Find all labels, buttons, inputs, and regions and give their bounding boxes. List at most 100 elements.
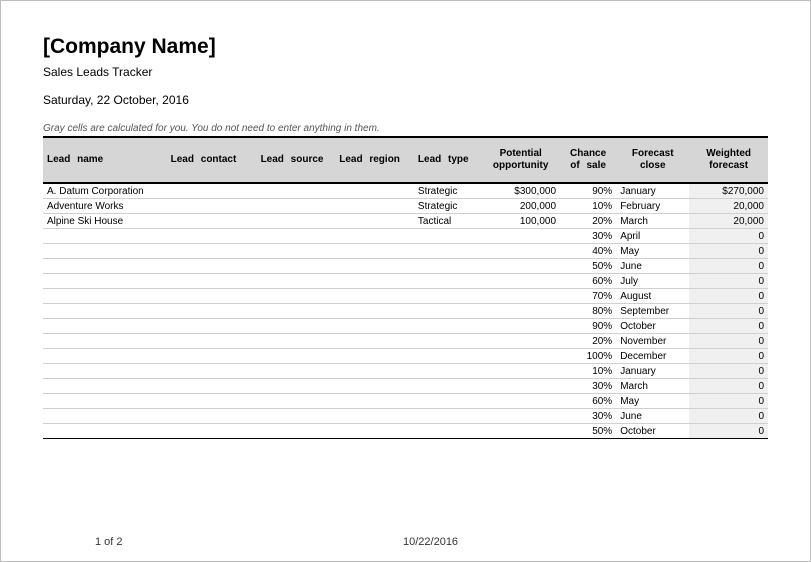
cell-contact	[167, 229, 257, 244]
cell-forecast_close: July	[616, 274, 689, 289]
cell-forecast_close: May	[616, 244, 689, 259]
cell-region	[335, 274, 414, 289]
cell-type: Strategic	[414, 183, 481, 199]
cell-forecast_close: December	[616, 349, 689, 364]
table-row: Alpine Ski HouseTactical100,00020%March2…	[43, 214, 768, 229]
table-row: 40%May0	[43, 244, 768, 259]
cell-weighted: $270,000	[689, 183, 768, 199]
cell-source	[257, 364, 336, 379]
cell-source	[257, 214, 336, 229]
cell-weighted: 0	[689, 424, 768, 439]
calc-note: Gray cells are calculated for you. You d…	[43, 123, 768, 134]
cell-forecast_close: April	[616, 229, 689, 244]
cell-chance: 60%	[560, 394, 616, 409]
cell-source	[257, 319, 336, 334]
cell-opportunity	[481, 394, 560, 409]
cell-opportunity	[481, 379, 560, 394]
cell-opportunity: 200,000	[481, 199, 560, 214]
cell-chance: 100%	[560, 349, 616, 364]
cell-contact	[167, 274, 257, 289]
cell-contact	[167, 424, 257, 439]
cell-source	[257, 304, 336, 319]
col-lead-source: Lead source	[257, 137, 336, 183]
table-row: 30%April0	[43, 229, 768, 244]
cell-region	[335, 259, 414, 274]
cell-opportunity	[481, 289, 560, 304]
table-bottom-border	[43, 438, 768, 439]
cell-opportunity	[481, 409, 560, 424]
cell-opportunity: $300,000	[481, 183, 560, 199]
cell-weighted: 0	[689, 304, 768, 319]
cell-chance: 60%	[560, 274, 616, 289]
cell-contact	[167, 289, 257, 304]
cell-forecast_close: June	[616, 409, 689, 424]
cell-type	[414, 259, 481, 274]
cell-forecast_close: August	[616, 289, 689, 304]
cell-weighted: 0	[689, 409, 768, 424]
cell-forecast_close: January	[616, 364, 689, 379]
cell-region	[335, 424, 414, 439]
col-weighted-forecast: Weighted forecast	[689, 137, 768, 183]
footer-date: 10/22/2016	[403, 536, 458, 548]
col-forecast-close: Forecast close	[616, 137, 689, 183]
table-row: A. Datum CorporationStrategic$300,00090%…	[43, 183, 768, 199]
cell-region	[335, 409, 414, 424]
table-row: 10%January0	[43, 364, 768, 379]
cell-type	[414, 289, 481, 304]
cell-source	[257, 244, 336, 259]
cell-opportunity	[481, 319, 560, 334]
cell-forecast_close: February	[616, 199, 689, 214]
cell-type: Strategic	[414, 199, 481, 214]
cell-region	[335, 349, 414, 364]
cell-chance: 80%	[560, 304, 616, 319]
cell-forecast_close: November	[616, 334, 689, 349]
cell-opportunity	[481, 229, 560, 244]
cell-name	[43, 304, 167, 319]
cell-name	[43, 379, 167, 394]
cell-name	[43, 244, 167, 259]
cell-opportunity	[481, 259, 560, 274]
cell-weighted: 0	[689, 244, 768, 259]
cell-type	[414, 424, 481, 439]
document-date: Saturday, 22 October, 2016	[43, 93, 768, 107]
cell-forecast_close: March	[616, 214, 689, 229]
table-row: 60%July0	[43, 274, 768, 289]
cell-region	[335, 364, 414, 379]
table-row: 90%October0	[43, 319, 768, 334]
cell-weighted: 0	[689, 259, 768, 274]
cell-contact	[167, 199, 257, 214]
cell-type	[414, 379, 481, 394]
cell-contact	[167, 214, 257, 229]
cell-name	[43, 259, 167, 274]
cell-name	[43, 289, 167, 304]
cell-region	[335, 334, 414, 349]
table-row: 80%September0	[43, 304, 768, 319]
cell-contact	[167, 394, 257, 409]
cell-name	[43, 334, 167, 349]
cell-name	[43, 229, 167, 244]
cell-source	[257, 349, 336, 364]
cell-source	[257, 274, 336, 289]
cell-weighted: 0	[689, 229, 768, 244]
cell-contact	[167, 183, 257, 199]
cell-name: Adventure Works	[43, 199, 167, 214]
cell-contact	[167, 379, 257, 394]
table-row: Adventure Works Strategic200,00010%Februa…	[43, 199, 768, 214]
cell-region	[335, 244, 414, 259]
col-lead-contact: Lead contact	[167, 137, 257, 183]
cell-chance: 30%	[560, 379, 616, 394]
cell-opportunity	[481, 424, 560, 439]
cell-source	[257, 394, 336, 409]
cell-contact	[167, 364, 257, 379]
cell-type	[414, 229, 481, 244]
cell-region	[335, 394, 414, 409]
cell-name	[43, 394, 167, 409]
cell-region	[335, 199, 414, 214]
cell-name	[43, 274, 167, 289]
cell-chance: 10%	[560, 199, 616, 214]
cell-source	[257, 259, 336, 274]
cell-contact	[167, 319, 257, 334]
cell-region	[335, 183, 414, 199]
cell-type	[414, 364, 481, 379]
cell-chance: 50%	[560, 259, 616, 274]
